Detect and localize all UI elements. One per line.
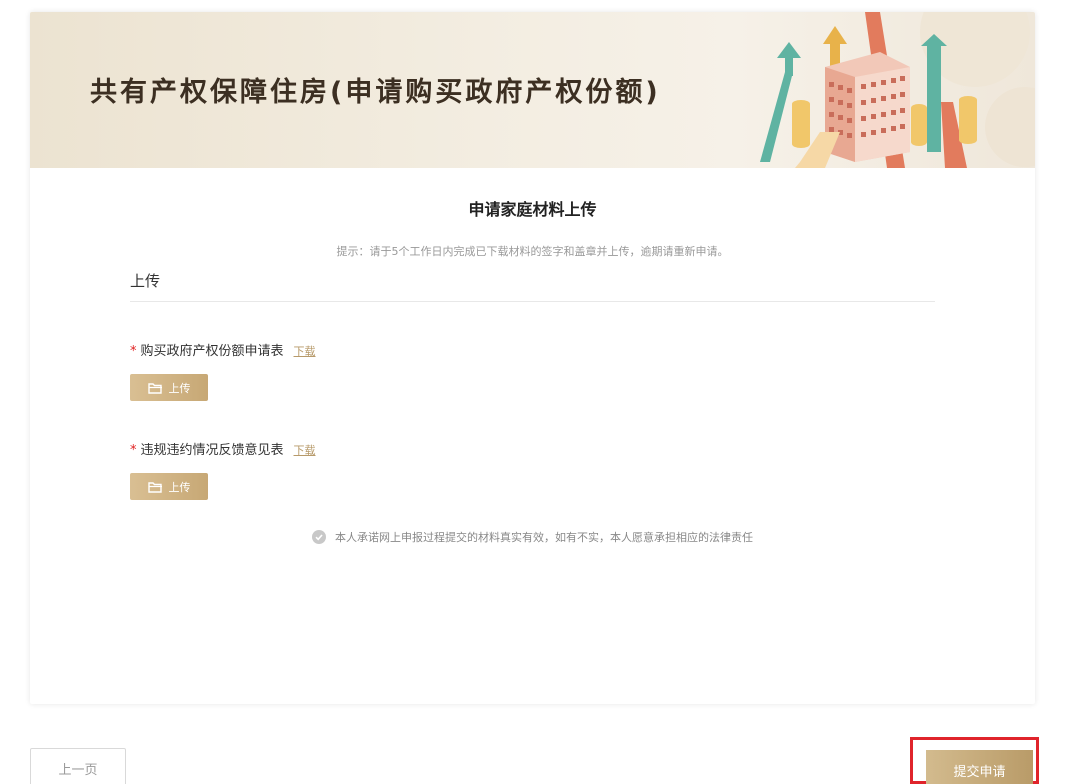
folder-icon	[147, 481, 162, 493]
check-circle-icon[interactable]	[312, 530, 326, 544]
prev-page-button[interactable]: 上一页	[30, 748, 126, 784]
download-link[interactable]: 下载	[294, 444, 316, 457]
section-title: 申请家庭材料上传	[468, 200, 597, 219]
submit-button[interactable]: 提交申请	[926, 750, 1033, 784]
banner-title: 共有产权保障住房(申请购买政府产权份额)	[90, 77, 661, 108]
banner: 共有产权保障住房(申请购买政府产权份额)	[30, 12, 1035, 168]
upload-button[interactable]: 上传	[130, 473, 208, 500]
promise-text: 本人承诺网上申报过程提交的材料真实有效，如有不实，本人愿意承担相应的法律责任	[335, 531, 753, 544]
download-link[interactable]: 下载	[294, 345, 316, 358]
tip-text: 提示：请于5个工作日内完成已下载材料的签字和盖章并上传，逾期请重新申请。	[336, 245, 729, 258]
page: 共有产权保障住房(申请购买政府产权份额) 申请家庭材料上传 提示：请于5个工作日…	[0, 0, 1080, 784]
folder-icon	[147, 382, 162, 394]
divider	[130, 301, 935, 302]
field-purchase-application: * 购买政府产权份额申请表 下载 上传	[130, 340, 316, 401]
field-label: 违规违约情况反馈意见表	[140, 443, 284, 458]
promise-agreement: 本人承诺网上申报过程提交的材料真实有效，如有不实，本人愿意承担相应的法律责任	[30, 529, 1035, 545]
field-label: 购买政府产权份额申请表	[140, 344, 284, 359]
building-illustration	[760, 12, 1035, 168]
upload-heading: 上传	[130, 272, 161, 290]
main-card: 共有产权保障住房(申请购买政府产权份额) 申请家庭材料上传 提示：请于5个工作日…	[30, 12, 1035, 704]
submit-highlight-box: 提交申请	[910, 737, 1039, 784]
field-violation-feedback: * 违规违约情况反馈意见表 下载 上传	[130, 439, 316, 500]
upload-button[interactable]: 上传	[130, 374, 208, 401]
upload-button-label: 上传	[168, 480, 191, 494]
required-mark: *	[130, 443, 137, 458]
required-mark: *	[130, 344, 137, 359]
upload-button-label: 上传	[168, 381, 191, 395]
